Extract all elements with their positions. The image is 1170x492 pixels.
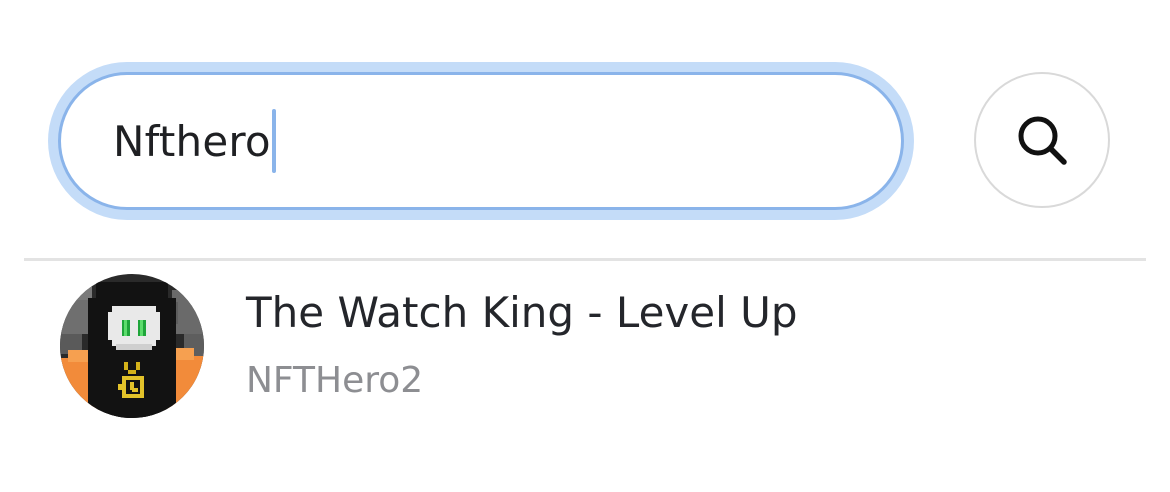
search-input-value: Nfthero: [113, 116, 271, 166]
pixel-hooded-character-avatar-icon: [60, 274, 204, 418]
avatar: [60, 274, 204, 418]
search-page: Nfthero The Watch King - Level Up NFTHer…: [0, 0, 1170, 492]
divider: [24, 258, 1146, 261]
search-icon: [1018, 116, 1067, 165]
search-button[interactable]: [974, 72, 1110, 208]
search-input[interactable]: Nfthero: [58, 72, 904, 210]
search-result-item[interactable]: The Watch King - Level Up NFTHero2: [0, 262, 1170, 432]
search-focus-ring: Nfthero: [48, 62, 914, 220]
result-title: The Watch King - Level Up: [246, 288, 798, 337]
result-subtitle: NFTHero2: [246, 360, 424, 401]
search-input-text-container: Nfthero: [113, 75, 276, 207]
text-caret: [271, 109, 276, 173]
